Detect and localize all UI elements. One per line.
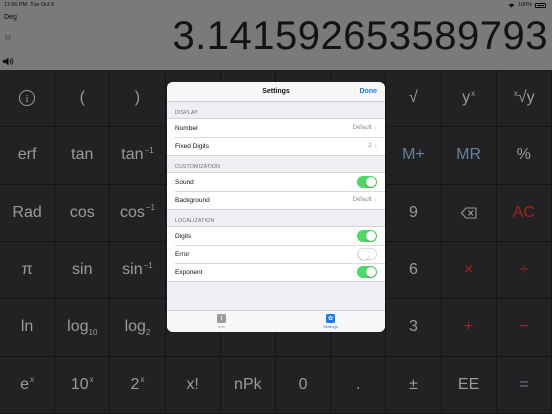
row-value: 2: [368, 143, 372, 149]
row-label: Exponent: [175, 268, 203, 276]
digits-toggle[interactable]: [357, 230, 377, 242]
section-title-customization: CUSTOMIZATION: [175, 164, 221, 170]
row-label: Digits: [175, 232, 192, 240]
row-label: Number: [175, 124, 199, 132]
toggle-knob: [366, 267, 376, 277]
exponent-toggle[interactable]: [357, 266, 377, 278]
info-tab-icon: i: [217, 314, 226, 323]
row-number[interactable]: Number Default ›: [167, 119, 385, 137]
row-fixed-digits[interactable]: Fixed Digits 2 ›: [167, 137, 385, 155]
error-toggle[interactable]: [357, 248, 377, 260]
row-label: Error: [175, 250, 190, 258]
tab-label: Info: [218, 324, 225, 329]
row-sound: Sound: [167, 173, 385, 191]
settings-sheet: Settings Done DISPLAY Number Default › F…: [167, 82, 385, 332]
row-label: Fixed Digits: [175, 142, 209, 150]
row-value: Default: [352, 197, 372, 203]
row-exponent: Exponent: [167, 263, 385, 281]
calculator-app: 11:56 PM Tue Oct 8 100% Deg M 3.14159265…: [0, 0, 552, 414]
toggle-knob: [359, 250, 369, 260]
tab-label: Settings: [323, 324, 338, 329]
sheet-header: Settings Done: [167, 82, 385, 102]
row-label: Background: [175, 196, 210, 204]
tab-info[interactable]: i Info: [167, 311, 276, 332]
row-error: Error: [167, 245, 385, 263]
section-title-display: DISPLAY: [175, 110, 198, 116]
sound-toggle[interactable]: [357, 176, 377, 188]
toggle-knob: [366, 231, 376, 241]
chevron-right-icon: ›: [374, 142, 377, 150]
group-display: Number Default › Fixed Digits 2 ›: [167, 118, 385, 156]
chevron-right-icon: ›: [374, 124, 377, 132]
row-digits: Digits: [167, 227, 385, 245]
chevron-right-icon: ›: [374, 196, 377, 204]
tab-bar: i Info ✿ Settings: [167, 310, 385, 332]
sheet-title: Settings: [262, 88, 290, 95]
toggle-knob: [366, 177, 376, 187]
row-value: Default: [352, 125, 372, 131]
row-background[interactable]: Background Default ›: [167, 191, 385, 209]
tab-settings[interactable]: ✿ Settings: [276, 311, 385, 332]
section-title-localization: LOCALIZATION: [175, 218, 215, 224]
group-customization: Sound Background Default ›: [167, 172, 385, 210]
gear-tab-icon: ✿: [326, 314, 335, 323]
done-button[interactable]: Done: [360, 88, 378, 95]
group-localization: Digits Error Exponent: [167, 226, 385, 282]
row-label: Sound: [175, 178, 194, 186]
